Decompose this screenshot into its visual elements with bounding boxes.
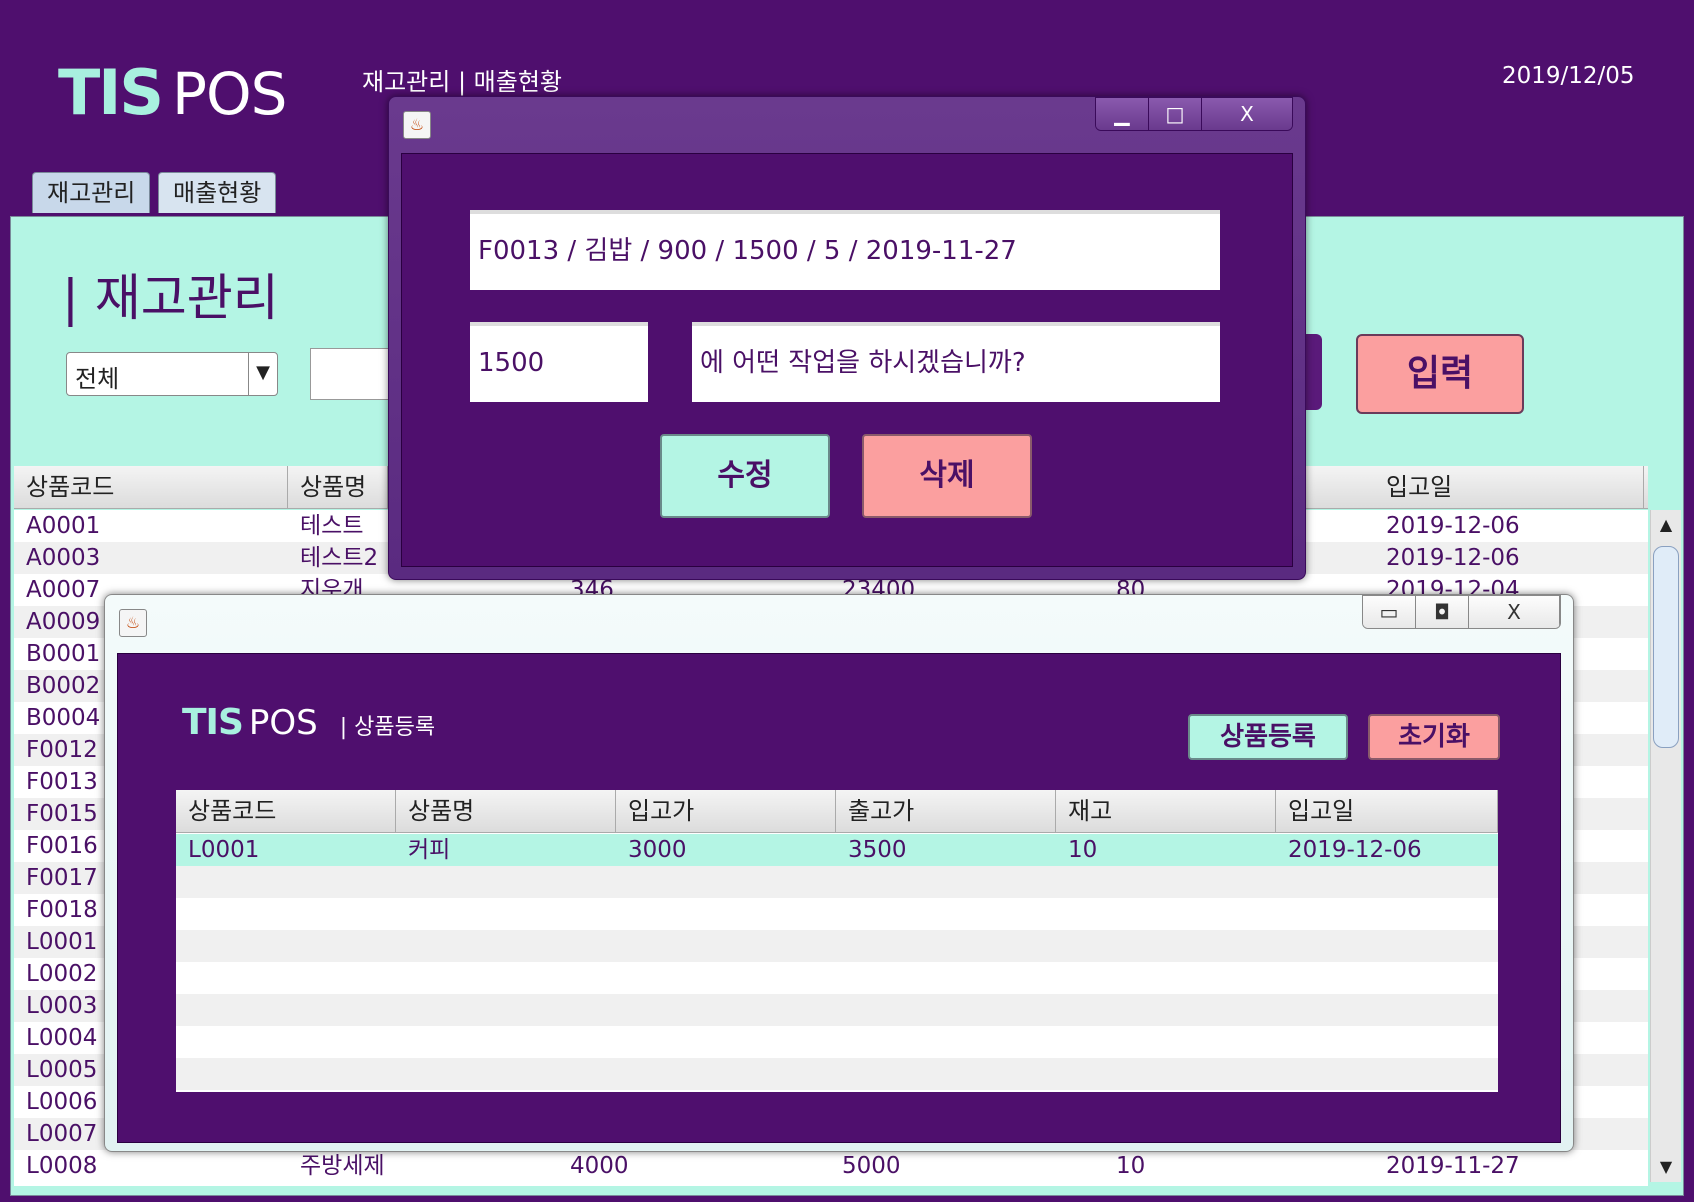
cell-code: L0001 (188, 837, 260, 863)
cell-out_price: 3500 (848, 837, 907, 863)
search-input[interactable] (310, 348, 392, 400)
category-select-value: 전체 (75, 365, 120, 393)
java-app-icon: ♨ (403, 111, 431, 139)
scroll-thumb[interactable] (1653, 546, 1679, 748)
cell-col5: 10 (1116, 1153, 1146, 1179)
question-field: 에 어떤 작업을 하시겠습니까? (692, 322, 1220, 402)
cell-code: L0004 (26, 1025, 98, 1051)
column-header-out-price[interactable]: 출고가 (836, 790, 1056, 832)
cell-date: 2019-11-27 (1386, 1153, 1520, 1179)
table-row[interactable] (176, 898, 1498, 930)
cell-code: A0007 (26, 577, 101, 603)
top-navigation[interactable]: 재고관리 | 매출현황 (362, 62, 562, 97)
register-logo: TIS POS | 상품등록 (182, 702, 435, 743)
close-button[interactable]: X (1202, 98, 1292, 130)
tab-sales[interactable]: 매출현황 (158, 172, 277, 213)
maximize-button[interactable]: □ (1149, 98, 1202, 130)
scroll-down-arrow-icon[interactable]: ▼ (1651, 1152, 1681, 1182)
cell-name: 커피 (408, 837, 451, 863)
register-table: 상품코드 상품명 입고가 출고가 재고 입고일 L0001 커피 3000 3500 1… (176, 790, 1498, 1092)
column-header-date[interactable]: 입고일 (1374, 466, 1644, 508)
scroll-up-arrow-icon[interactable]: ▲ (1651, 510, 1681, 540)
cell-code: F0016 (26, 833, 98, 859)
edit-window-controls: ▁ □ X (1095, 97, 1293, 131)
category-select[interactable]: 전체 ▼ (66, 352, 278, 396)
table-row[interactable] (176, 962, 1498, 994)
column-header-name[interactable]: 상품명 (288, 466, 388, 508)
cell-date: 2019-12-06 (1288, 837, 1422, 863)
logo-tis: TIS (182, 702, 244, 743)
cell-in_price: 3000 (628, 837, 687, 863)
input-button[interactable]: 입력 (1356, 334, 1524, 414)
cell-code: F0012 (26, 737, 98, 763)
register-window-controls: ▭ ◘ X (1362, 595, 1561, 629)
logo-tis: TIS (58, 56, 164, 129)
cell-date: 2019-12-06 (1386, 513, 1520, 539)
cell-code: L0003 (26, 993, 98, 1019)
minimize-button[interactable]: ▁ (1096, 98, 1149, 130)
table-row[interactable] (176, 1058, 1498, 1090)
cell-code: F0017 (26, 865, 98, 891)
reset-button[interactable]: 초기화 (1368, 714, 1500, 760)
cell-code: L0007 (26, 1121, 98, 1147)
cell-code: L0005 (26, 1057, 98, 1083)
cell-date: 2019-12-06 (1386, 545, 1520, 571)
column-header-code[interactable]: 상품코드 (176, 790, 396, 832)
app-logo: TIS POS (58, 56, 287, 129)
cell-code: L0001 (26, 929, 98, 955)
table-row[interactable] (176, 1026, 1498, 1058)
current-date: 2019/12/05 (1502, 63, 1635, 89)
cell-code: F0018 (26, 897, 98, 923)
cell-name: 테스트2 (300, 545, 379, 571)
register-table-header: 상품코드 상품명 입고가 출고가 재고 입고일 (176, 790, 1498, 833)
table-row[interactable]: L0001 커피 3000 3500 10 2019-12-06 (176, 834, 1498, 866)
cell-code: B0004 (26, 705, 101, 731)
record-summary-field: F0013 / 김밥 / 900 / 1500 / 5 / 2019-11-27 (470, 210, 1220, 290)
inventory-scrollbar[interactable]: ▲ ▼ (1650, 510, 1681, 1182)
column-header-name[interactable]: 상품명 (396, 790, 616, 832)
table-row[interactable] (176, 930, 1498, 962)
cell-code: L0008 (26, 1153, 98, 1179)
table-row[interactable] (176, 994, 1498, 1026)
logo-pos: POS (248, 703, 318, 743)
cell-code: A0001 (26, 513, 101, 539)
page-title: | 재고관리 (62, 269, 279, 327)
column-header-in-price[interactable]: 입고가 (616, 790, 836, 832)
chevron-down-icon[interactable]: ▼ (248, 353, 277, 395)
table-row[interactable] (176, 866, 1498, 898)
cell-code: A0003 (26, 545, 101, 571)
column-header-date[interactable]: 입고일 (1276, 790, 1498, 832)
cell-col4: 5000 (842, 1153, 901, 1179)
cell-code: L0002 (26, 961, 98, 987)
register-product-button[interactable]: 상품등록 (1188, 714, 1348, 760)
cell-name: 테스트 (300, 513, 364, 539)
cell-code: L0006 (26, 1089, 98, 1115)
close-button[interactable]: X (1469, 596, 1560, 628)
modify-button[interactable]: 수정 (660, 434, 830, 518)
logo-pos: POS (172, 60, 287, 128)
price-field[interactable]: 1500 (470, 322, 648, 402)
cell-code: F0013 (26, 769, 98, 795)
cell-stock: 10 (1068, 837, 1098, 863)
column-header-stock[interactable]: 재고 (1056, 790, 1276, 832)
register-subtitle: | 상품등록 (339, 715, 436, 740)
tab-inventory[interactable]: 재고관리 (32, 172, 151, 213)
cell-name: 주방세제 (300, 1153, 385, 1179)
cell-col3: 4000 (570, 1153, 629, 1179)
cell-code: B0001 (26, 641, 101, 667)
maximize-button[interactable]: ◘ (1416, 596, 1469, 628)
java-app-icon: ♨ (119, 609, 147, 637)
cell-code: F0015 (26, 801, 98, 827)
minimize-button[interactable]: ▭ (1363, 596, 1416, 628)
column-header-code[interactable]: 상품코드 (14, 466, 288, 508)
delete-button[interactable]: 삭제 (862, 434, 1032, 518)
table-row[interactable]: L0008 주방세제 4000 5000 10 2019-11-27 (14, 1150, 1648, 1182)
cell-code: A0009 (26, 609, 101, 635)
cell-code: B0002 (26, 673, 101, 699)
